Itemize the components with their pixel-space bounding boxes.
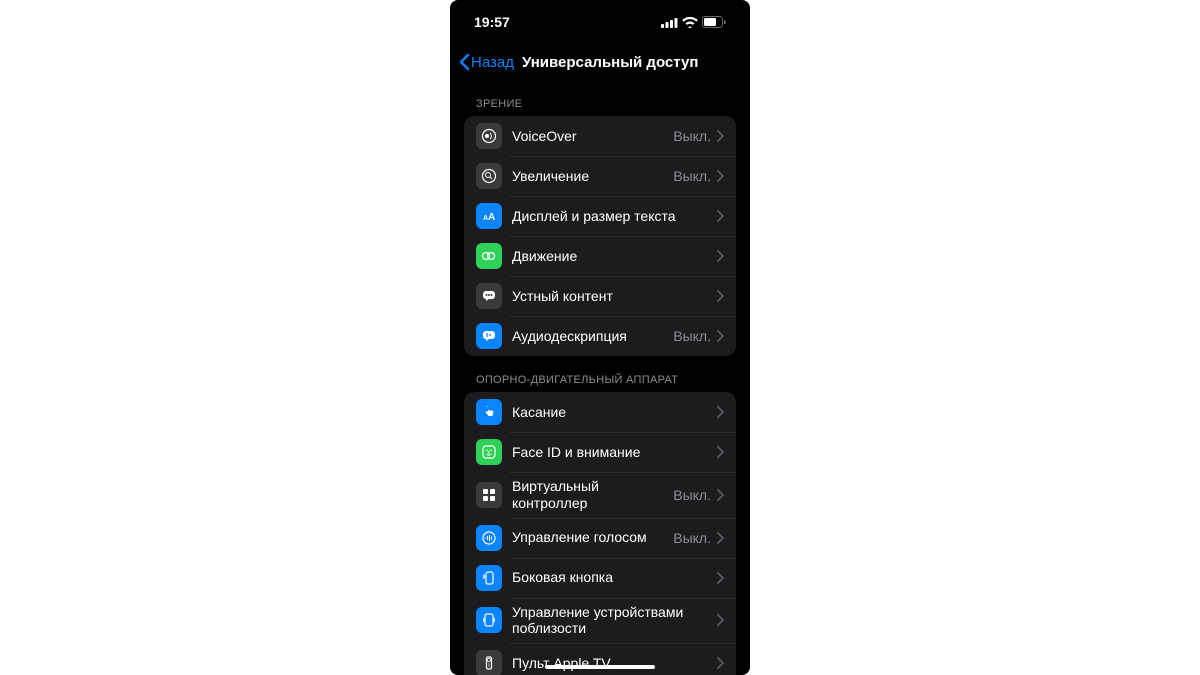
row-side-button[interactable]: Боковая кнопка [464,558,736,598]
row-label: Боковая кнопка [512,569,717,586]
chevron-right-icon [717,330,724,342]
row-label: Дисплей и размер текста [512,208,717,225]
row-label: Касание [512,404,717,421]
row-spoken-content[interactable]: Устный контент [464,276,736,316]
row-label: Аудиодескрипция [512,328,673,345]
chevron-right-icon [717,406,724,418]
chevron-right-icon [717,130,724,142]
row-label: Устный контент [512,288,717,305]
status-bar: 19:57 [450,0,750,44]
row-touch[interactable]: Касание [464,392,736,432]
voiceover-icon [476,123,502,149]
chevron-right-icon [717,489,724,501]
motion-icon [476,243,502,269]
settings-content[interactable]: ЗРЕНИЕVoiceOverВыкл.УвеличениеВыкл.AAДис… [450,80,750,675]
phone-frame: 19:57 Назад Универсальный доступ ЗРЕНИЕV… [450,0,750,675]
row-display-text[interactable]: AA Дисплей и размер текста [464,196,736,236]
row-switch-control[interactable]: Виртуальный контроллерВыкл. [464,472,736,518]
settings-group: VoiceOverВыкл.УвеличениеВыкл.AAДисплей и… [464,116,736,356]
row-label: Увеличение [512,168,673,185]
zoom-icon [476,163,502,189]
home-indicator[interactable] [545,665,655,669]
nav-bar: Назад Универсальный доступ [450,44,750,80]
row-label: Face ID и внимание [512,444,717,461]
row-label: Виртуальный контроллер [512,478,673,512]
text-icon: AA [476,203,502,229]
touch-icon [476,399,502,425]
row-zoom[interactable]: УвеличениеВыкл. [464,156,736,196]
page-title: Универсальный доступ [522,54,698,71]
back-button[interactable]: Назад [458,53,514,71]
audiodesc-icon [476,323,502,349]
row-status: Выкл. [673,128,711,144]
chevron-right-icon [717,210,724,222]
row-status: Выкл. [673,168,711,184]
remote-icon [476,650,502,675]
sidebtn-icon [476,565,502,591]
row-label: VoiceOver [512,128,673,145]
back-label: Назад [471,54,514,71]
row-faceid[interactable]: Face ID и внимание [464,432,736,472]
row-label: Пульт Apple TV [512,655,717,672]
chevron-right-icon [717,170,724,182]
section-header: ЗРЕНИЕ [464,80,736,116]
battery-icon [702,16,726,28]
status-indicators [661,16,726,28]
row-nearby-devices[interactable]: Управление устройствами поблизости [464,598,736,644]
nearby-icon [476,607,502,633]
chevron-right-icon [717,290,724,302]
signal-icon [661,17,678,28]
row-status: Выкл. [673,328,711,344]
settings-sections: ЗРЕНИЕVoiceOverВыкл.УвеличениеВыкл.AAДис… [464,80,736,675]
row-status: Выкл. [673,487,711,503]
faceid-icon [476,439,502,465]
chevron-right-icon [717,532,724,544]
speech-icon [476,283,502,309]
section-header: ОПОРНО-ДВИГАТЕЛЬНЫЙ АППАРАТ [464,356,736,392]
chevron-left-icon [458,53,470,71]
voice-icon [476,525,502,551]
chevron-right-icon [717,572,724,584]
row-motion[interactable]: Движение [464,236,736,276]
status-time: 19:57 [474,14,510,30]
chevron-right-icon [717,446,724,458]
row-label: Управление устройствами поблизости [512,604,717,638]
switch-icon [476,482,502,508]
row-apple-tv[interactable]: Пульт Apple TV [464,643,736,675]
chevron-right-icon [717,657,724,669]
chevron-right-icon [717,614,724,626]
svg-text:A: A [488,212,495,223]
row-label: Управление голосом [512,529,673,546]
wifi-icon [682,17,698,28]
row-status: Выкл. [673,530,711,546]
row-label: Движение [512,248,717,265]
settings-group: Касание Face ID и внимание Виртуальный кон… [464,392,736,675]
row-voice-control[interactable]: Управление голосомВыкл. [464,518,736,558]
row-audio-desc[interactable]: АудиодескрипцияВыкл. [464,316,736,356]
row-voiceover[interactable]: VoiceOverВыкл. [464,116,736,156]
chevron-right-icon [717,250,724,262]
